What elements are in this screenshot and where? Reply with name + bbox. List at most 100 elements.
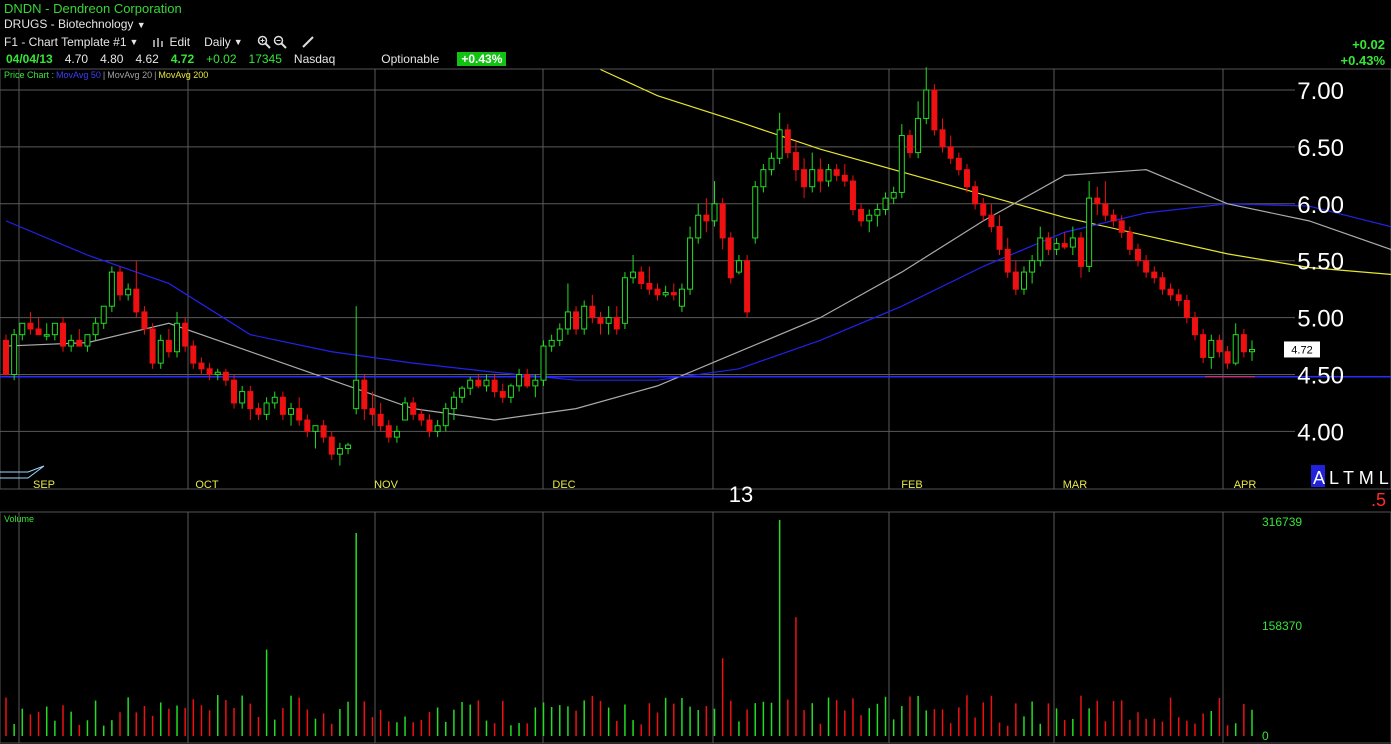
candle-body xyxy=(564,311,571,330)
candle-body xyxy=(532,379,539,387)
y-tick-label: 5.50 xyxy=(1297,249,1344,276)
candle-body xyxy=(369,408,376,415)
candle-body xyxy=(141,311,148,330)
candle-body xyxy=(963,169,970,188)
chevron-down-icon: ▼ xyxy=(233,37,243,47)
candle-body xyxy=(182,322,189,347)
candle-body xyxy=(239,391,246,404)
candle-body xyxy=(1232,334,1239,364)
symbol-title[interactable]: DNDN - Dendreon Corporation xyxy=(4,1,182,16)
candle-body xyxy=(1240,334,1247,353)
quote-date: 04/04/13 xyxy=(6,52,53,66)
chevron-down-icon: ▼ xyxy=(129,37,139,47)
price-and-volume-chart: 7.00 6.50 6.00 5.50 5.00 4.50 4.00 SEP OCT NOV DEC… xyxy=(0,67,1391,744)
candle-body xyxy=(410,402,417,415)
optionable-label: Optionable xyxy=(381,52,440,66)
x-month-label: NOV xyxy=(374,479,399,491)
period-dropdown[interactable]: Daily ▼ xyxy=(204,35,243,49)
legend-ma200[interactable]: MovAvg 200 xyxy=(158,70,208,80)
candle-body xyxy=(418,413,425,421)
candle-body xyxy=(955,157,962,171)
candle-body xyxy=(1249,348,1255,353)
candle-body xyxy=(43,334,50,337)
candle-body xyxy=(434,425,441,432)
candle-body xyxy=(792,152,799,171)
scroll-arrow-icon xyxy=(0,465,45,479)
candle-body xyxy=(1134,248,1141,262)
legend-ma50[interactable]: MovAvg 50 xyxy=(56,70,101,80)
candle-body xyxy=(931,89,938,131)
candle-body xyxy=(385,425,392,438)
zoom-out-button[interactable] xyxy=(273,35,287,49)
draw-tool-button[interactable] xyxy=(301,35,315,49)
candle-body xyxy=(906,135,913,154)
axis-labels: 7.00 6.50 6.00 5.50 5.00 4.50 4.00 SEP OCT NOV DEC… xyxy=(0,78,1389,743)
candle-body xyxy=(459,387,466,398)
candle-body xyxy=(524,374,531,387)
candle-body xyxy=(507,385,514,398)
candle-body xyxy=(1077,237,1084,267)
candle-body xyxy=(1167,288,1174,296)
candle-body xyxy=(377,413,384,427)
moving-average-lines xyxy=(5,68,1391,421)
candle-body xyxy=(60,322,67,347)
candle-body xyxy=(654,288,661,296)
candle-body xyxy=(727,237,734,279)
candle-body xyxy=(426,419,433,432)
legend-price[interactable]: Price Chart : xyxy=(4,70,54,80)
indicator-legend: Price Chart : MovAvg 50 | MovAvg 20 | Mo… xyxy=(4,70,208,80)
candle-body xyxy=(784,129,791,154)
legend-ma20[interactable]: MovAvg 20 xyxy=(107,70,152,80)
candle-body xyxy=(108,271,115,307)
candle-body xyxy=(1159,277,1166,290)
candle-body xyxy=(1183,300,1190,319)
candle-body xyxy=(312,425,319,432)
x-month-label: MAR xyxy=(1063,479,1088,491)
candle-body xyxy=(491,379,498,393)
edit-label: Edit xyxy=(169,35,191,49)
template-dropdown[interactable]: F1 - Chart Template #1 ▼ xyxy=(4,35,138,49)
x-month-label: DEC xyxy=(552,479,575,491)
moving-average-line xyxy=(600,68,1391,276)
candle-body xyxy=(548,339,555,347)
candle-body xyxy=(35,328,42,336)
candle-body xyxy=(711,203,718,222)
candle-body xyxy=(809,169,816,188)
candle-body xyxy=(296,408,303,421)
candle-body xyxy=(841,174,848,182)
edit-button[interactable]: Edit xyxy=(152,35,190,49)
candle-body xyxy=(1053,243,1060,250)
zoom-in-button[interactable] xyxy=(257,35,271,49)
candle-body xyxy=(849,180,856,210)
candle-body xyxy=(866,214,873,222)
candle-body xyxy=(939,129,946,148)
candle-body xyxy=(1037,237,1044,262)
industry-group-label: DRUGS - Biotechnology xyxy=(4,17,134,31)
candle-body xyxy=(573,311,580,330)
candle-body xyxy=(231,379,238,404)
altml-toggle: A L T M L xyxy=(1313,468,1389,488)
candle-body xyxy=(988,214,995,228)
candle-body xyxy=(328,436,335,455)
x-month-label: APR xyxy=(1234,479,1257,491)
bars-icon xyxy=(153,38,164,47)
zoom-in-icon xyxy=(257,35,271,49)
candle-body xyxy=(621,277,628,324)
quote-open: 4.70 xyxy=(64,52,89,66)
industry-group[interactable]: DRUGS - Biotechnology ▼ xyxy=(4,17,146,31)
candle-body xyxy=(402,402,409,421)
legend-sep: | xyxy=(102,70,106,80)
candle-body xyxy=(858,208,865,222)
price-pane-border xyxy=(0,68,1391,490)
candle-body xyxy=(703,214,710,222)
candle-body xyxy=(450,396,457,410)
candle-body xyxy=(744,260,751,313)
candle-body xyxy=(833,169,840,176)
candle-body xyxy=(1094,197,1101,205)
candle-body xyxy=(27,322,34,330)
y-tick-label: 6.00 xyxy=(1297,192,1344,219)
candle-body xyxy=(825,169,832,182)
candle-body xyxy=(247,391,254,410)
candle-body xyxy=(92,322,99,336)
candle-body xyxy=(149,328,156,364)
